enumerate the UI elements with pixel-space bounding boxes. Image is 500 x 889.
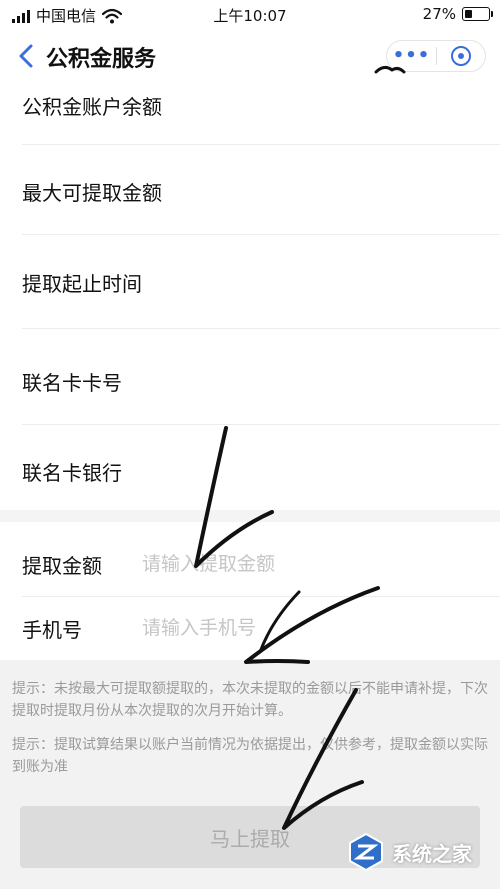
- battery-percent: 27%: [422, 5, 456, 23]
- tip-text: 提示：提取试算结果以账户当前情况为依据提出，仅供参考，提取金额以实际到账为准: [12, 737, 488, 775]
- more-dots-icon[interactable]: •••: [387, 40, 436, 72]
- battery-icon: [462, 7, 493, 21]
- row-time-range: 提取起止时间: [0, 234, 500, 328]
- row-label: 提取起止时间: [22, 272, 142, 296]
- amount-row: 提取金额: [0, 532, 500, 596]
- row-max-amount: 最大可提取金额: [0, 144, 500, 234]
- row-label: 联名卡银行: [22, 461, 122, 485]
- row-card-bank: 联名卡银行: [0, 424, 500, 510]
- row-label: 公积金账户余额: [22, 95, 162, 119]
- row-divider: [22, 596, 500, 597]
- withdraw-button[interactable]: 马上提取: [20, 806, 480, 868]
- page-title: 公积金服务: [46, 47, 157, 72]
- phone-row: 手机号: [0, 596, 500, 660]
- nav-bar: 公积金服务 •••: [0, 30, 500, 82]
- section-separator: [0, 510, 500, 522]
- amount-label: 提取金额: [22, 554, 102, 578]
- tip-text: 提示：未按最大可提取额提取的，本次未提取的金额以后不能申请补提，下次提取时提取月…: [12, 681, 488, 719]
- row-divider: [22, 328, 500, 329]
- row-card-number: 联名卡卡号: [0, 328, 500, 424]
- status-right: 27%: [422, 5, 493, 23]
- back-arrow-icon[interactable]: [16, 42, 38, 70]
- row-divider: [22, 144, 500, 145]
- amount-input[interactable]: [142, 546, 462, 582]
- mini-program-capsule: •••: [386, 40, 486, 72]
- phone-input[interactable]: [142, 610, 462, 646]
- row-label: 最大可提取金额: [22, 181, 162, 205]
- mini-program-close-icon[interactable]: [437, 44, 485, 68]
- phone-label: 手机号: [22, 618, 82, 642]
- row-label: 联名卡卡号: [22, 371, 122, 395]
- row-account-balance: 公积金账户余额: [0, 82, 500, 144]
- row-divider: [22, 424, 500, 425]
- row-divider: [22, 234, 500, 235]
- status-bar: 中国电信 上午10:07 27%: [0, 0, 500, 30]
